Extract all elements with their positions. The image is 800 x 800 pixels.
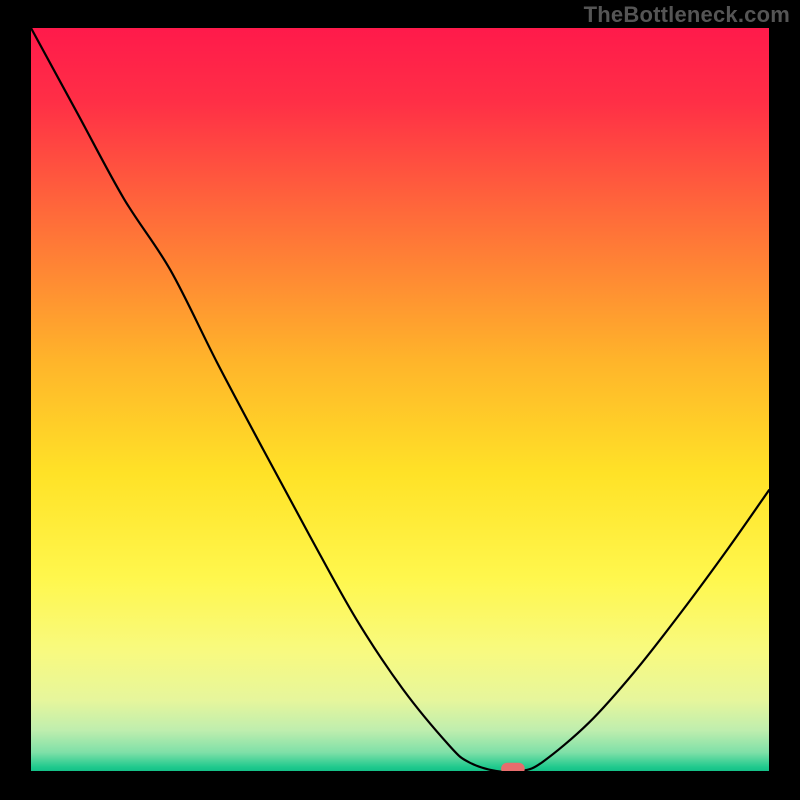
watermark-text: TheBottleneck.com bbox=[584, 2, 790, 28]
gradient-background bbox=[31, 28, 769, 771]
plot-area bbox=[31, 28, 769, 775]
chart-svg bbox=[0, 0, 800, 800]
bottleneck-chart: TheBottleneck.com bbox=[0, 0, 800, 800]
